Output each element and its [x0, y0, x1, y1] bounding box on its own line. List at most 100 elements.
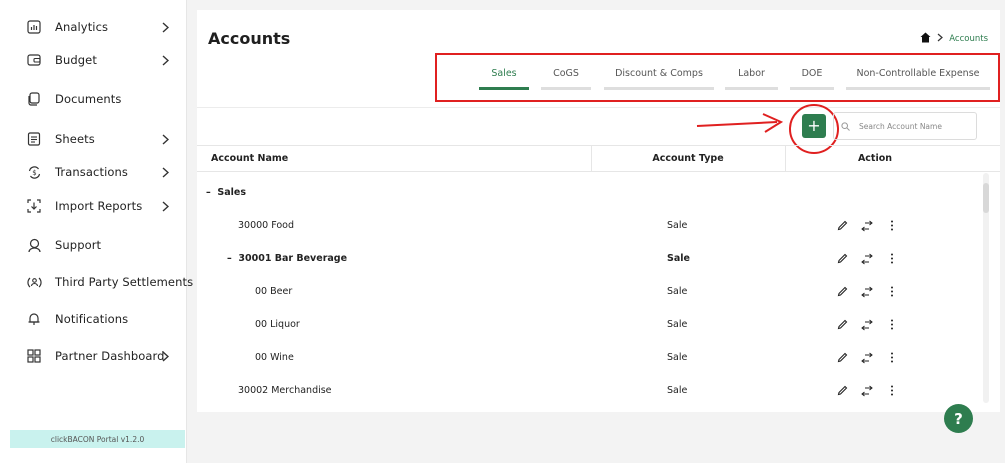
- account-name: 00 Wine: [255, 352, 294, 363]
- chevron-right-icon: [160, 54, 170, 66]
- svg-text:$: $: [32, 169, 36, 177]
- wallet-icon: [26, 52, 42, 68]
- sidebar: Analytics Budget Documents Sheets $ Tran…: [0, 0, 193, 463]
- table-row: 30002 Merchandise Sale: [197, 374, 977, 407]
- search-icon: [841, 121, 851, 131]
- sidebar-item-label: Notifications: [55, 312, 129, 326]
- breadcrumb-current[interactable]: Accounts: [949, 34, 988, 44]
- tab-underline: [604, 87, 714, 90]
- tab-label: Sales: [491, 68, 517, 79]
- sidebar-item-third-party-settlements[interactable]: Third Party Settlements: [0, 267, 193, 297]
- more-options-icon[interactable]: [883, 349, 901, 367]
- group-row-sales[interactable]: – Sales: [197, 176, 977, 209]
- version-label: clickBACON Portal v1.2.0: [10, 430, 185, 448]
- chevron-right-icon: [160, 350, 170, 362]
- tab-discount-comps[interactable]: Discount & Comps: [604, 55, 714, 100]
- tab-underline: [790, 87, 834, 90]
- table-scrollbar[interactable]: [983, 173, 989, 403]
- tab-doe[interactable]: DOE: [790, 55, 834, 100]
- chevron-right-icon: [160, 133, 170, 145]
- column-header-account-type[interactable]: Account Type: [591, 146, 785, 171]
- sidebar-item-label: Partner Dashboard: [55, 349, 165, 363]
- sidebar-item-label: Budget: [55, 53, 97, 67]
- account-name: 30002 Merchandise: [238, 385, 332, 396]
- collapse-icon[interactable]: –: [206, 187, 211, 198]
- divider: [197, 107, 1000, 108]
- account-type: Sale: [667, 385, 688, 396]
- row-actions: [833, 308, 908, 341]
- tabs-annotation-box: Sales CoGS Discount & Comps Labor DOE No…: [435, 53, 1000, 102]
- transfer-icon[interactable]: [858, 217, 876, 235]
- tab-label: DOE: [801, 68, 823, 79]
- edit-icon[interactable]: [833, 217, 851, 235]
- dashboard-icon: [26, 348, 42, 364]
- table-header: Account Name Account Type Action: [197, 145, 1000, 172]
- column-header-account-name[interactable]: Account Name: [211, 146, 288, 171]
- tab-label: CoGS: [553, 68, 579, 79]
- sidebar-item-analytics[interactable]: Analytics: [0, 12, 187, 42]
- chevron-right-icon: [160, 200, 170, 212]
- search-box[interactable]: [833, 112, 977, 140]
- edit-icon[interactable]: [833, 316, 851, 334]
- page-title: Accounts: [208, 29, 291, 48]
- search-input[interactable]: [859, 121, 971, 131]
- edit-icon[interactable]: [833, 382, 851, 400]
- tab-label: Discount & Comps: [615, 68, 703, 79]
- sidebar-item-label: Support: [55, 238, 102, 252]
- edit-icon[interactable]: [833, 250, 851, 268]
- sidebar-item-documents[interactable]: Documents: [0, 84, 187, 114]
- sidebar-item-import-reports[interactable]: Import Reports: [0, 191, 187, 221]
- help-button[interactable]: ?: [944, 404, 973, 433]
- transfer-icon[interactable]: [858, 349, 876, 367]
- tab-cogs[interactable]: CoGS: [541, 55, 591, 100]
- sidebar-item-label: Documents: [55, 92, 122, 106]
- import-icon: [26, 198, 42, 214]
- transfer-icon[interactable]: [858, 382, 876, 400]
- sidebar-item-label: Transactions: [55, 165, 128, 179]
- account-name: – 30001 Bar Beverage: [227, 242, 347, 275]
- tab-underline: [846, 87, 990, 90]
- transfer-icon[interactable]: [858, 283, 876, 301]
- tab-underline: [541, 87, 591, 90]
- collapse-icon[interactable]: –: [227, 253, 232, 264]
- more-options-icon[interactable]: [883, 283, 901, 301]
- more-options-icon[interactable]: [883, 250, 901, 268]
- row-actions: [833, 275, 908, 308]
- sidebar-item-partner-dashboard[interactable]: Partner Dashboard: [0, 341, 187, 371]
- tab-label: Non-Controllable Expense: [856, 68, 980, 79]
- edit-icon[interactable]: [833, 349, 851, 367]
- tab-sales[interactable]: Sales: [479, 55, 529, 100]
- table-row: 30000 Food Sale: [197, 209, 977, 242]
- account-type: Sale: [667, 352, 688, 363]
- row-actions: [833, 242, 908, 275]
- table-row: 00 Beer Sale: [197, 275, 977, 308]
- tab-labor[interactable]: Labor: [725, 55, 778, 100]
- annotation-arrow-icon: [696, 113, 784, 133]
- scrollbar-thumb[interactable]: [983, 183, 989, 213]
- breadcrumb: Accounts: [920, 32, 988, 46]
- tab-label: Labor: [738, 68, 765, 79]
- edit-icon[interactable]: [833, 283, 851, 301]
- sidebar-item-label: Third Party Settlements: [55, 275, 194, 289]
- tab-non-controllable-expense[interactable]: Non-Controllable Expense: [846, 55, 990, 100]
- chevron-right-icon: [160, 166, 170, 178]
- transfer-icon[interactable]: [858, 316, 876, 334]
- sidebar-item-budget[interactable]: Budget: [0, 45, 187, 75]
- home-icon[interactable]: [920, 32, 931, 46]
- more-options-icon[interactable]: [883, 382, 901, 400]
- sidebar-item-notifications[interactable]: Notifications: [0, 304, 187, 334]
- settlements-icon: [26, 274, 42, 290]
- row-actions: [833, 341, 908, 374]
- transactions-icon: $: [26, 164, 42, 180]
- sidebar-item-support[interactable]: Support: [0, 230, 187, 260]
- sidebar-item-sheets[interactable]: Sheets: [0, 124, 187, 154]
- sidebar-item-transactions[interactable]: $ Transactions: [0, 157, 187, 187]
- account-type: Sale: [667, 220, 688, 231]
- group-label: – Sales: [206, 176, 246, 209]
- more-options-icon[interactable]: [883, 217, 901, 235]
- bell-icon: [26, 311, 42, 327]
- group-name: Sales: [217, 187, 246, 198]
- more-options-icon[interactable]: [883, 316, 901, 334]
- column-header-action: Action: [857, 153, 893, 164]
- transfer-icon[interactable]: [858, 250, 876, 268]
